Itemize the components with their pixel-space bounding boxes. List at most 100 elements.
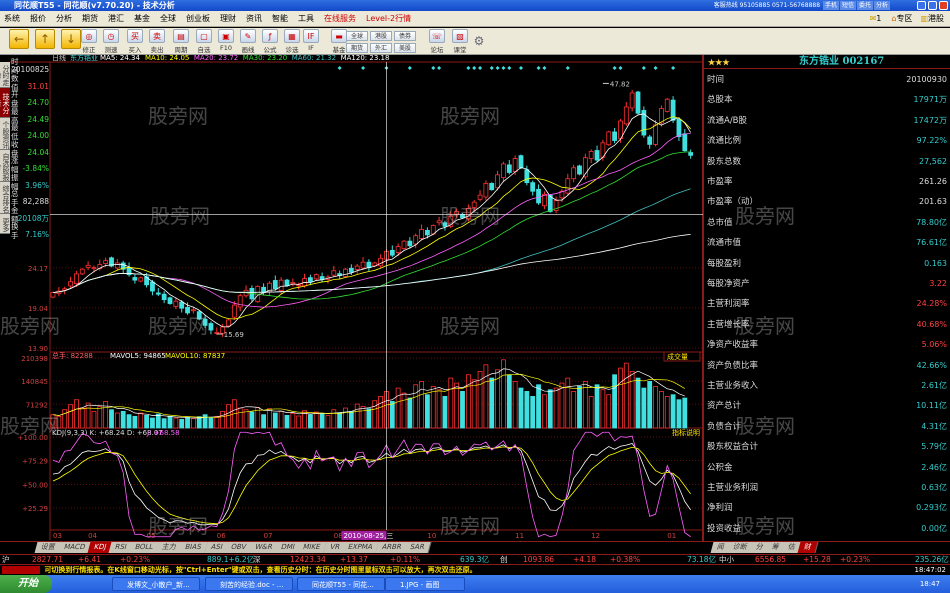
menu-item[interactable]: 分析: [56, 14, 72, 23]
kline-chart[interactable]: 24.17 19.04 13.90 210398 140845 71292 +100.00 +…: [0, 55, 703, 541]
signal-marker-icon: [407, 66, 412, 70]
candle-body: [202, 318, 208, 326]
menu-item[interactable]: 期货: [82, 14, 98, 23]
toolbar-button[interactable]: ▢ 自选: [193, 29, 215, 54]
menu-item[interactable]: 创业板: [186, 14, 210, 23]
toolbar-icon: ▧: [452, 29, 468, 43]
side-tab[interactable]: 综合排名: [0, 182, 10, 214]
window-title: 同花顺T55 - 同花顺(v7.70.20) - 技术分析: [14, 1, 175, 10]
toolbar-button[interactable]: ◷ 测速: [100, 29, 122, 54]
market-button[interactable]: 港股: [370, 31, 392, 41]
taskbar-task[interactable]: 同花顺T55 - 同花...: [297, 577, 385, 591]
toolbar-button[interactable]: ✎ 画线: [237, 29, 259, 54]
indicator-tabs-bar: 设置 MACD KDJ RSI BOLL 主力 BIAS ASI OBV W&R DMI MIKE VR…: [0, 541, 950, 554]
toolbar-button[interactable]: ▣ F10: [215, 29, 237, 54]
price-tick-label: 19.04: [28, 305, 49, 313]
volume-bar: [173, 417, 179, 429]
menu-item[interactable]: 资讯: [246, 14, 262, 23]
indicator-help-link[interactable]: 指标说明: [672, 428, 700, 437]
menu-item[interactable]: 理财: [220, 14, 236, 23]
market-button[interactable]: 债券: [394, 31, 416, 41]
market-button[interactable]: 美股: [394, 43, 416, 53]
volume-bar: [267, 408, 272, 429]
f10-tab[interactable]: 财: [797, 542, 819, 553]
market-button[interactable]: 外汇: [370, 43, 392, 53]
title-button[interactable]: 分析: [873, 1, 890, 10]
volume-bar: [436, 389, 442, 429]
toolbar-label: 画线: [241, 46, 255, 54]
candle-body: [524, 169, 530, 184]
candle-body: [664, 98, 670, 112]
menu-item[interactable]: 工具: [298, 14, 314, 23]
menu-item-red[interactable]: Level-2行情: [366, 14, 411, 23]
volume-bar: [226, 404, 231, 429]
toolbar-label: IF: [308, 44, 314, 52]
taskbar-task[interactable]: 刻苦的经验.doc - ...: [205, 577, 293, 591]
title-button[interactable]: 短信: [839, 1, 856, 10]
start-button[interactable]: 开始: [0, 575, 52, 593]
candle-body: [407, 240, 413, 247]
side-tab[interactable]: 分时走势: [0, 62, 10, 88]
candle-body: [290, 282, 296, 285]
up-button[interactable]: ↑: [34, 29, 56, 54]
volume-bar: [79, 407, 85, 429]
toolbar-button[interactable]: ☏ 论坛: [426, 29, 448, 54]
signal-marker-icon: [472, 66, 477, 70]
hk-link[interactable]: 港股: [928, 14, 944, 23]
menu-item-red[interactable]: 在线服务: [324, 14, 356, 23]
side-tab[interactable]: 技术分析: [0, 88, 10, 118]
ma-value: MA20: 23.72: [194, 55, 238, 62]
f10-row: 主营业务收入 2.61亿: [707, 380, 947, 392]
chart-area[interactable]: 24.17 19.04 13.90 210398 140845 71292 +100.00 +…: [0, 55, 703, 541]
index-field: +0.38%: [610, 555, 641, 564]
zone-link[interactable]: 专区: [896, 14, 912, 23]
side-tab[interactable]: 自选股报价: [0, 150, 10, 182]
annotation-label: 15.69: [224, 331, 244, 339]
index-field: +15.28: [803, 555, 831, 564]
volume-bar: [85, 402, 91, 429]
back-button[interactable]: ←: [8, 29, 30, 54]
minimize-button[interactable]: [917, 1, 926, 10]
x-tick-label: 04: [88, 532, 97, 540]
menu-item[interactable]: 全球: [160, 14, 176, 23]
indicator-tab[interactable]: EXPMA: [341, 542, 380, 553]
f10-value: 20100930: [906, 75, 947, 84]
signal-marker-icon: [542, 66, 547, 70]
toolbar-icon: IF: [303, 29, 319, 43]
toolbar-button[interactable]: ▤ 周期: [170, 29, 192, 54]
close-button[interactable]: [939, 1, 948, 10]
volume-bar: [243, 409, 249, 429]
volume-tick-label: 140845: [21, 378, 48, 386]
side-tab[interactable]: 更多: [0, 214, 10, 234]
title-button[interactable]: 委托: [856, 1, 873, 10]
menu-item[interactable]: 报价: [30, 14, 46, 23]
indicator-tab[interactable]: SAR: [403, 542, 432, 553]
taskbar-task[interactable]: 1.JPG - 画图: [385, 577, 465, 591]
candle-body: [623, 106, 629, 125]
toolbar-button[interactable]: 卖卖出: [146, 29, 168, 54]
side-tab[interactable]: 个股资讯: [0, 118, 10, 150]
market-button[interactable]: 全球: [346, 31, 368, 41]
toolbar-button[interactable]: 买买入: [124, 29, 146, 54]
menu-item[interactable]: 基金: [134, 14, 150, 23]
candle-body: [360, 261, 366, 269]
volume-bar: [272, 412, 278, 429]
volume-bar: [325, 414, 331, 429]
candle-body: [471, 201, 477, 208]
volume-bar: [424, 394, 430, 429]
toolbar-button[interactable]: ◎ 修正: [78, 29, 100, 54]
menu-item[interactable]: 智能: [272, 14, 288, 23]
menu-item[interactable]: 系统: [4, 14, 20, 23]
candle-body: [331, 270, 337, 276]
market-button[interactable]: 期货: [346, 43, 368, 53]
taskbar-task[interactable]: 发博文_小散户_新...: [112, 577, 200, 591]
menu-item[interactable]: 港汇: [108, 14, 124, 23]
toolbar-button[interactable]: IF IF: [300, 29, 322, 54]
title-button[interactable]: 手机: [822, 1, 839, 10]
candle-body: [682, 133, 688, 152]
toolbar-icon: 卖: [149, 29, 165, 43]
maximize-button[interactable]: [928, 1, 937, 10]
toolbar-button[interactable]: ƒ 公式: [259, 29, 281, 54]
candle-body: [296, 284, 302, 287]
kdj-header: J: +68.58: [146, 429, 180, 437]
